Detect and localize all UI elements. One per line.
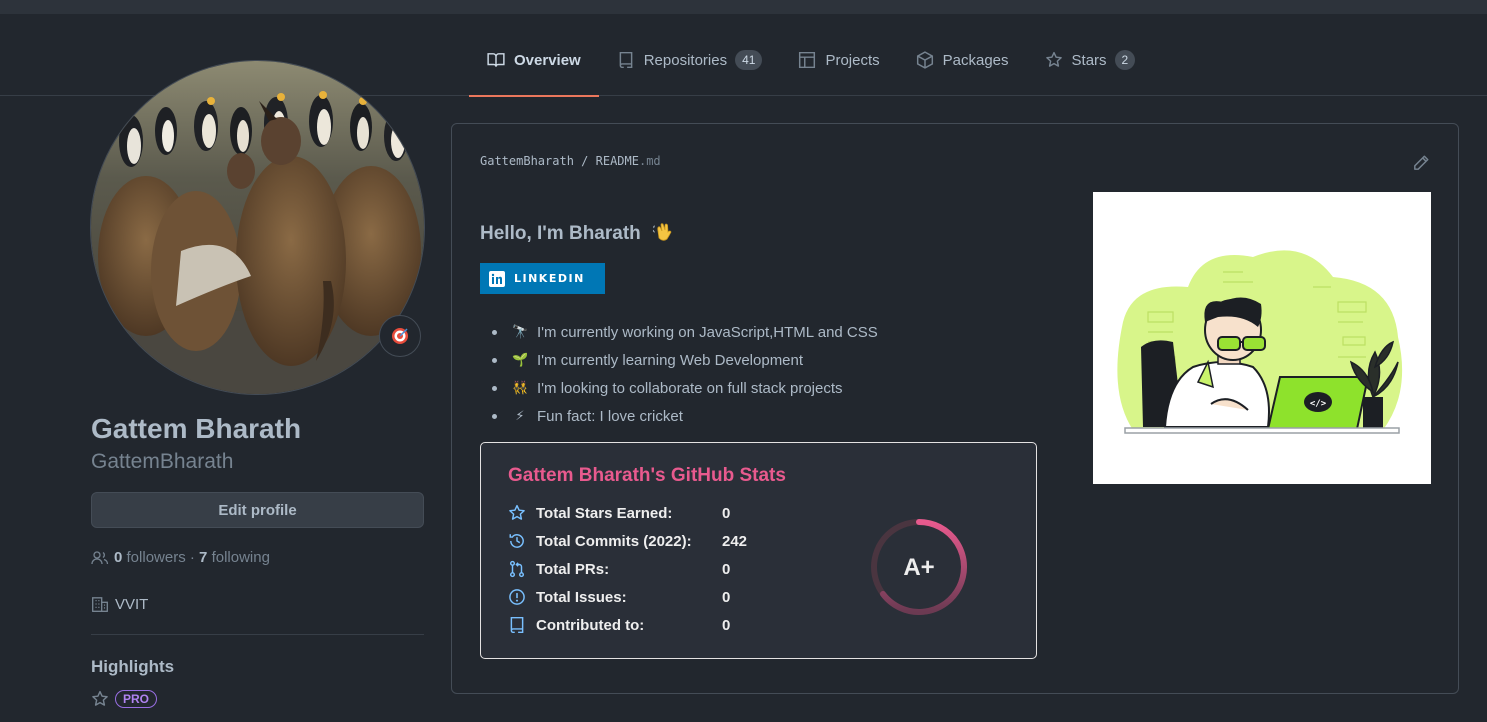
history-icon: [509, 534, 524, 548]
stat-value: 0: [722, 616, 731, 634]
tab-overview-label: Overview: [514, 52, 581, 69]
stat-label: Total PRs:: [536, 560, 610, 578]
profile-login: GattemBharath: [91, 450, 234, 473]
stat-value: 242: [722, 532, 748, 550]
list-item: 🌱 I'm currently learning Web Development: [492, 346, 878, 374]
avatar-penguins-image: [91, 61, 424, 394]
list-item-text: I'm looking to collaborate on full stack…: [537, 379, 843, 397]
following-count[interactable]: 7: [199, 549, 207, 566]
top-header-bar: [0, 0, 1487, 14]
target-icon: [392, 328, 408, 344]
list-item-text: I'm currently learning Web Development: [537, 351, 804, 369]
status-emoji-button[interactable]: [379, 315, 421, 357]
star-icon: [509, 504, 525, 520]
list-item-text: I'm currently working on JavaScript,HTML…: [537, 323, 878, 341]
table-icon: [799, 51, 816, 69]
github-stats-card[interactable]: Gattem Bharath's GitHub Stats Total Star…: [480, 442, 1037, 659]
stat-label: Contributed to:: [536, 616, 645, 634]
avatar[interactable]: [90, 60, 425, 395]
edit-profile-button[interactable]: Edit profile: [91, 492, 424, 528]
grade-label: A+: [903, 554, 934, 581]
seedling-icon: 🌱: [512, 352, 529, 367]
people-icon: [91, 550, 109, 564]
profile-name: Gattem Bharath: [91, 413, 302, 444]
repositories-count-badge: 41: [735, 50, 763, 70]
repo-icon: [510, 616, 524, 634]
stat-value: 0: [722, 588, 731, 606]
stat-row-prs: Total PRs: 0: [508, 555, 730, 583]
tab-repositories-label: Repositories: [643, 52, 728, 69]
people-dancing-icon: 👯: [512, 380, 529, 395]
star-icon: [1045, 51, 1062, 67]
list-item: ⚡ Fun fact: I love cricket: [492, 402, 878, 430]
readme-file-name[interactable]: README: [596, 154, 639, 168]
followers-count[interactable]: 0: [114, 549, 122, 566]
tab-stars[interactable]: Stars 2: [1027, 50, 1154, 96]
readme-heading-text: Hello, I'm Bharath: [480, 223, 641, 244]
readme-heading: Hello, I'm Bharath: [480, 222, 674, 245]
readme-bullet-list: 🔭 I'm currently working on JavaScript,HTM…: [492, 318, 878, 430]
tab-projects-label: Projects: [825, 52, 880, 69]
readme-card: GattemBharath / README.md Hello, I'm Bha…: [451, 123, 1459, 694]
developer-illustration: </>: [1093, 192, 1431, 484]
stat-label: Total Stars Earned:: [536, 504, 673, 522]
readme-file-ext: .md: [638, 154, 661, 168]
stat-row-stars: Total Stars Earned: 0: [508, 499, 730, 527]
highlights-heading: Highlights: [91, 657, 175, 676]
stat-row-contributed: Contributed to: 0: [508, 611, 730, 639]
linkedin-badge[interactable]: LINKEDIN: [480, 263, 605, 294]
waving-hand-icon: [652, 223, 672, 241]
grade-ring: A+: [871, 519, 967, 615]
list-item-text: Fun fact: I love cricket: [537, 407, 683, 425]
organization-name: VVIT: [115, 595, 149, 613]
stat-row-issues: Total Issues: 0: [508, 583, 730, 611]
linkedin-icon: [489, 270, 505, 287]
followers-link[interactable]: followers: [127, 549, 186, 566]
package-icon: [916, 51, 933, 69]
stat-label: Total Commits (2022):: [536, 532, 692, 550]
repo-icon: [619, 51, 633, 69]
tab-projects[interactable]: Projects: [780, 51, 897, 96]
stat-label: Total Issues:: [536, 588, 627, 606]
highlights-pro: PRO: [91, 690, 158, 708]
book-icon: [487, 53, 505, 67]
stars-count-badge: 2: [1114, 50, 1136, 70]
readme-owner-link[interactable]: GattemBharath: [480, 154, 574, 168]
svg-text:</>: </>: [1310, 399, 1327, 409]
tab-packages[interactable]: Packages: [898, 51, 1027, 96]
developer-illustration-image: </>: [1117, 250, 1403, 434]
issue-icon: [509, 589, 525, 605]
sidebar-divider: [91, 634, 424, 635]
tab-packages-label: Packages: [942, 52, 1009, 69]
star-icon: [92, 690, 108, 706]
pull-request-icon: [509, 560, 525, 578]
linkedin-label: LINKEDIN: [514, 272, 585, 285]
lightning-icon: ⚡: [515, 408, 525, 423]
organization: VVIT: [91, 595, 148, 613]
list-item: 🔭 I'm currently working on JavaScript,HTM…: [492, 318, 878, 346]
pencil-icon[interactable]: [1412, 154, 1430, 172]
stat-row-commits: Total Commits (2022): 242: [508, 527, 747, 555]
readme-breadcrumb: GattemBharath / README.md: [480, 154, 661, 168]
pro-badge: PRO: [115, 690, 158, 708]
stats-title: Gattem Bharath's GitHub Stats: [508, 465, 786, 486]
tab-repositories[interactable]: Repositories 41: [599, 50, 781, 96]
stat-value: 0: [722, 504, 731, 522]
tab-overview[interactable]: Overview: [469, 52, 599, 97]
follow-separator: ·: [189, 549, 195, 566]
follow-stats: 0 followers · 7 following: [91, 549, 270, 566]
telescope-icon: 🔭: [512, 324, 529, 339]
breadcrumb-separator: /: [581, 154, 589, 168]
tab-stars-label: Stars: [1071, 52, 1107, 69]
organization-icon: [92, 597, 108, 612]
following-link[interactable]: following: [212, 549, 270, 566]
list-item: 👯 I'm looking to collaborate on full stac…: [492, 374, 878, 402]
stat-value: 0: [722, 560, 731, 578]
